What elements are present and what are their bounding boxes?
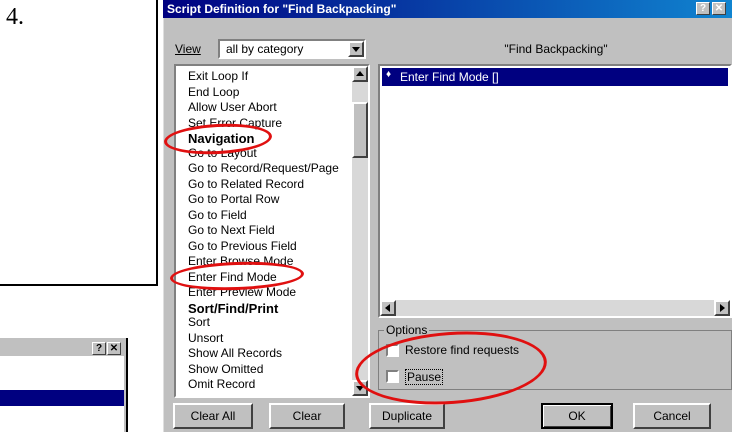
steps-list-category[interactable]: Navigation [188,132,254,145]
background-help-icon[interactable]: ? [92,342,106,355]
steps-list-item[interactable]: Enter Preview Mode [188,286,296,299]
clear-button[interactable]: Clear [269,403,345,429]
diamond-bullet-icon: ♦ [386,69,392,80]
steps-list-item[interactable]: Sort [188,316,210,329]
view-select-dropdown-button[interactable] [348,41,364,57]
arrow-left-icon [385,304,390,312]
dialog-title: Script Definition for "Find Backpacking" [167,2,397,16]
script-hscrollbar[interactable] [380,300,730,316]
steps-list-item[interactable]: Go to Record/Request/Page [188,162,339,175]
duplicate-button[interactable]: Duplicate [369,403,445,429]
steps-list-item[interactable]: Go to Portal Row [188,193,279,206]
arrow-up-icon [356,71,364,76]
view-select-value: all by category [226,42,304,56]
step-panel [0,0,158,286]
background-window-selected-row [0,390,124,406]
arrow-down-icon [356,386,364,391]
steps-list-item[interactable]: Allow User Abort [188,101,277,114]
script-step-label: Enter Find Mode [] [400,70,499,84]
arrow-right-icon [720,304,725,312]
cancel-button[interactable]: Cancel [633,403,711,429]
steps-list-item[interactable]: Show Omitted [188,362,263,376]
background-window-titlebar: ? ✕ [0,340,125,356]
chevron-down-icon [352,47,360,52]
steps-scroll-up-button[interactable] [352,66,368,82]
restore-find-requests-label: Restore find requests [405,343,520,357]
pause-label: Pause [405,369,444,385]
clear-all-button[interactable]: Clear All [173,403,253,429]
options-label: Options [384,323,430,337]
steps-list-item[interactable]: Unsort [188,331,223,345]
close-icon[interactable]: ✕ [712,2,726,15]
steps-list-item[interactable]: Go to Related Record [188,177,304,191]
steps-list-item[interactable]: Go to Next Field [188,224,275,237]
steps-list-item[interactable]: Set Error Capture [188,116,282,130]
script-steps-area: ♦ Enter Find Mode [] [378,64,732,318]
steps-list-category[interactable]: Sort/Find/Print [188,302,278,315]
steps-list-item[interactable]: Exit Loop If [188,70,248,83]
steps-scroll-down-button[interactable] [352,380,368,396]
view-select[interactable]: all by category [218,39,366,59]
background-close-icon[interactable]: ✕ [107,342,121,355]
script-scroll-right-button[interactable] [714,300,730,316]
steps-list-item[interactable]: Go to Field [188,208,247,222]
script-name-heading: "Find Backpacking" [504,42,608,56]
steps-list-item[interactable]: End Loop [188,85,239,99]
pause-checkbox[interactable] [386,370,399,383]
ok-button[interactable]: OK [541,403,613,429]
steps-list-item[interactable]: Show All Records [188,347,282,360]
steps-list-item[interactable]: Omit Record [188,378,255,391]
step-number: 4. [6,4,24,30]
steps-scroll-thumb[interactable] [352,102,368,158]
script-scroll-left-button[interactable] [380,300,396,316]
restore-find-requests-checkbox[interactable] [386,344,399,357]
steps-list-item[interactable]: Go to Previous Field [188,239,297,253]
steps-list-item[interactable]: Enter Find Mode [188,270,277,284]
steps-list: Exit Loop If End Loop Allow User Abort Set … [174,64,370,398]
view-label: View [175,42,201,56]
script-step-row[interactable]: ♦ Enter Find Mode [] [382,68,728,86]
help-icon[interactable]: ? [696,2,710,15]
steps-list-item[interactable]: Go to Layout [188,146,257,160]
steps-list-item[interactable]: Enter Browse Mode [188,255,293,268]
dialog-titlebar: Script Definition for "Find Backpacking"… [163,0,732,18]
